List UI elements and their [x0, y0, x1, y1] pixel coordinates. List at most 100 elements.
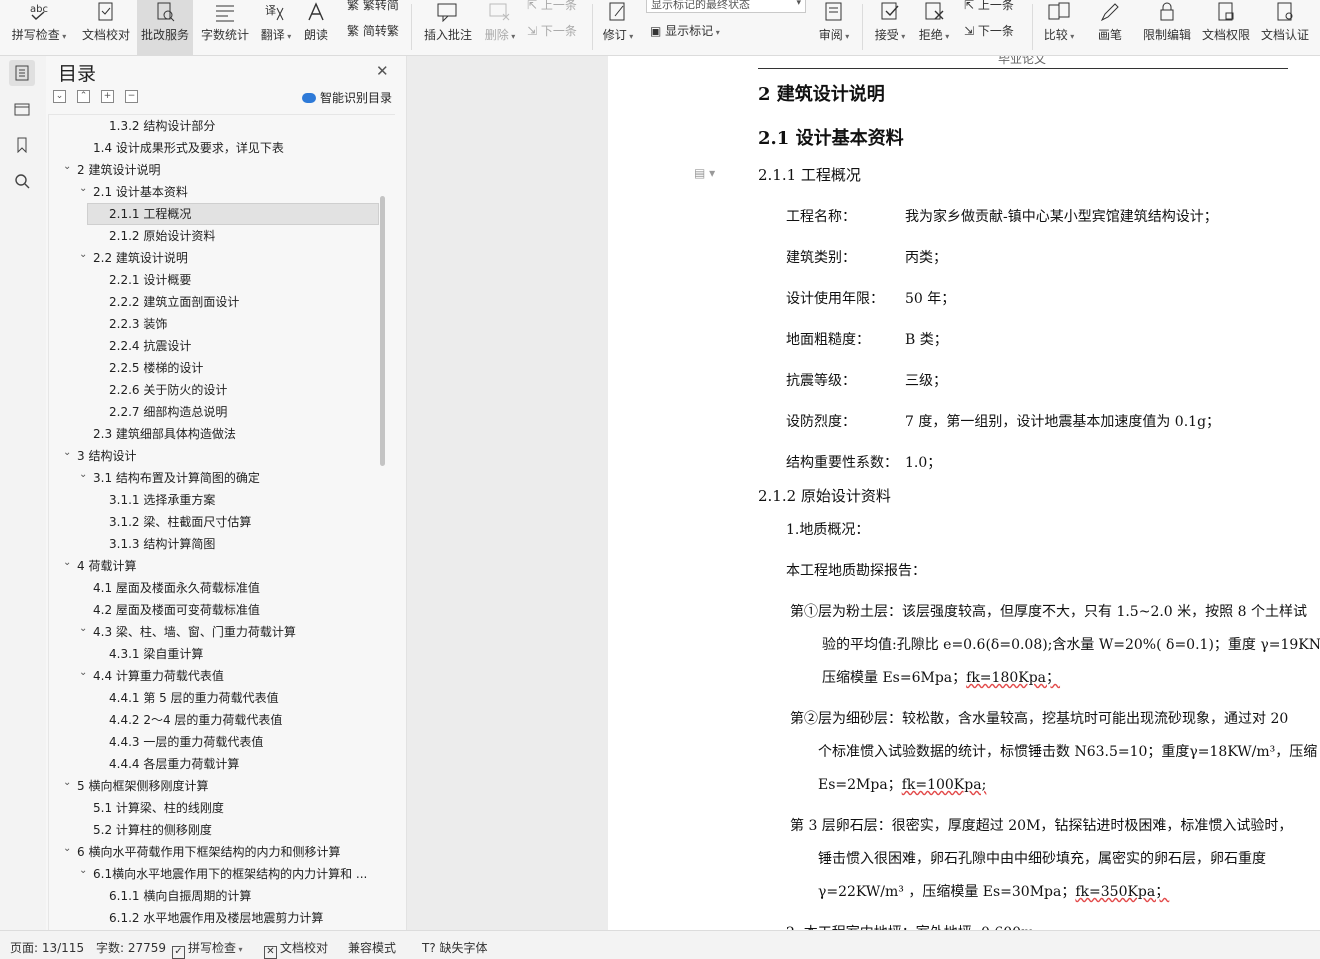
- toc-item[interactable]: 5.2 计算柱的侧移刚度: [49, 819, 389, 841]
- toc-item[interactable]: 4.2 屋面及楼面可变荷载标准值: [49, 599, 389, 621]
- toc-item[interactable]: 5.1 计算梁、柱的线刚度: [49, 797, 389, 819]
- toc-item[interactable]: 2.2.6 关于防火的设计: [49, 379, 389, 401]
- toc-item[interactable]: 1.3.2 结构设计部分: [49, 115, 389, 137]
- toc-item[interactable]: 2.1.2 原始设计资料: [49, 225, 389, 247]
- chevron-down-icon[interactable]: ⌄: [79, 244, 87, 266]
- ribbon-divider: [411, 4, 412, 50]
- toc-item[interactable]: 1.4 设计成果形式及要求，详见下表: [49, 137, 389, 159]
- convert-icon: 繁: [347, 24, 363, 38]
- toc-item-label: 4.3 梁、柱、墙、窗、门重力荷载计算: [93, 625, 296, 639]
- chevron-down-icon[interactable]: ⌄: [63, 156, 71, 178]
- compare-button[interactable]: 比较: [1038, 0, 1080, 55]
- toc-item[interactable]: 2.3 建筑细部具体构造做法: [49, 423, 389, 445]
- toc-item[interactable]: 3.1.1 选择承重方案: [49, 489, 389, 511]
- toc-item[interactable]: 3.1.2 梁、柱截面尺寸估算: [49, 511, 389, 533]
- delete-comment-button[interactable]: 删除: [480, 0, 520, 55]
- translate-button[interactable]: 译 翻译: [256, 0, 296, 55]
- expand-up-icon[interactable]: ⌃: [77, 90, 90, 103]
- toc-item[interactable]: ⌄ 2.2 建筑设计说明: [49, 247, 389, 269]
- chevron-down-icon[interactable]: ⌄: [63, 772, 71, 794]
- header-rule: [758, 68, 1288, 69]
- layer1-line1: 第①层为粉土层：该层强度较高，但厚度不大，只有 1.5~2.0 米，按照 8 个…: [790, 604, 1307, 620]
- chevron-down-icon[interactable]: ⌄: [79, 178, 87, 200]
- status-spell-check[interactable]: ✓ 拼写检查: [172, 939, 243, 959]
- toc-panel-icon[interactable]: [9, 60, 35, 86]
- smart-toc-button[interactable]: 智能识别目录: [302, 89, 392, 106]
- bookmark-icon[interactable]: [9, 132, 35, 158]
- toc-item[interactable]: 2.1.1 工程概况: [49, 203, 389, 225]
- toc-item[interactable]: 4.3.1 梁自重计算: [49, 643, 389, 665]
- toc-item-label: 6 横向水平荷载作用下框架结构的内力和侧移计算: [77, 845, 341, 859]
- prev-comment-button[interactable]: ⇱ 上一条: [527, 0, 577, 13]
- toc-item[interactable]: 6.1.2 水平地震作用及楼层地震剪力计算: [49, 907, 389, 929]
- toc-scrollbar[interactable]: [380, 196, 385, 466]
- toc-item[interactable]: 4.4.3 一层的重力荷载代表值: [49, 731, 389, 753]
- toc-item[interactable]: ⌄ 6 横向水平荷载作用下框架结构的内力和侧移计算: [49, 841, 389, 863]
- toc-item[interactable]: ⌄ 5 横向框架侧移刚度计算: [49, 775, 389, 797]
- toc-item[interactable]: 4.1 屋面及楼面永久荷载标准值: [49, 577, 389, 599]
- missing-font-button[interactable]: T? 缺失字体: [422, 939, 488, 956]
- prev-change-button[interactable]: ⇱ 上一条: [964, 0, 1014, 13]
- toc-item[interactable]: 2.2.5 楼梯的设计: [49, 357, 389, 379]
- markup-state-select[interactable]: 显示标记的最终状态 ▾: [646, 0, 806, 13]
- toc-item[interactable]: ⌄ 3 结构设计: [49, 445, 389, 467]
- status-doc-check[interactable]: ✕ 文档校对: [264, 939, 328, 959]
- doc-permission-button[interactable]: 文档权限: [1198, 0, 1254, 55]
- add-heading-icon[interactable]: +: [101, 90, 114, 103]
- toc-item[interactable]: 4.4.1 第 5 层的重力荷载代表值: [49, 687, 389, 709]
- chevron-down-icon[interactable]: ⌄: [79, 618, 87, 640]
- simp-to-trad-button[interactable]: 繁 繁转简: [347, 0, 399, 13]
- next-change-button[interactable]: ⇲ 下一条: [964, 22, 1014, 39]
- spell-check-button[interactable]: abc 拼写检查: [8, 0, 70, 55]
- close-icon[interactable]: ✕: [376, 62, 389, 80]
- toc-item[interactable]: 6.1.1 横向自振周期的计算: [49, 885, 389, 907]
- chevron-down-icon[interactable]: ⌄: [79, 662, 87, 684]
- review-button[interactable]: 审阅: [814, 0, 854, 55]
- toc-item[interactable]: 2.2.7 细部构造总说明: [49, 401, 389, 423]
- chevron-down-icon[interactable]: ⌄: [79, 464, 87, 486]
- toc-item[interactable]: 2.2.1 设计概要: [49, 269, 389, 291]
- review-service-button[interactable]: 批改服务: [137, 0, 193, 55]
- document-page[interactable]: 毕业论文 ▤ ▾ 2 建筑设计说明 2.1 设计基本资料 2.1.1 工程概况 …: [608, 56, 1320, 930]
- read-aloud-button[interactable]: 朗读: [298, 0, 334, 55]
- search-icon[interactable]: [9, 168, 35, 194]
- reject-button[interactable]: 拒绝: [914, 0, 954, 55]
- page-indicator[interactable]: 页面: 13/115: [10, 939, 84, 956]
- track-changes-button[interactable]: 修订: [598, 0, 638, 55]
- paragraph-menu-icon[interactable]: ▤ ▾: [694, 166, 715, 180]
- toc-item[interactable]: ⌄ 4.3 梁、柱、墙、窗、门重力荷载计算: [49, 621, 389, 643]
- trad-to-simp-button[interactable]: 繁 简转繁: [347, 22, 399, 39]
- toc-item[interactable]: 2.2.3 装饰: [49, 313, 389, 335]
- toc-item[interactable]: 4.4.4 各层重力荷载计算: [49, 753, 389, 775]
- next-comment-button[interactable]: ⇲ 下一条: [527, 22, 577, 39]
- word-count-indicator[interactable]: 字数: 27759: [96, 939, 166, 956]
- accept-button[interactable]: 接受: [870, 0, 910, 55]
- collapse-all-icon[interactable]: ⌄: [53, 90, 66, 103]
- layer1-line2: 验的平均值:孔隙比 e=0.6(δ=0.08);含水量 W=20%( δ=0.1…: [822, 637, 1320, 653]
- chevron-down-icon[interactable]: ⌄: [63, 838, 71, 860]
- restrict-edit-button[interactable]: 限制编辑: [1138, 0, 1196, 55]
- toc-item[interactable]: 2.2.4 抗震设计: [49, 335, 389, 357]
- toc-panel: 目录 ✕ ⌄ ⌃ + − 智能识别目录 1.3.2 结构设计部分 1.4 设计成果…: [46, 56, 407, 932]
- toc-item[interactable]: ⌄ 3.1 结构布置及计算简图的确定: [49, 467, 389, 489]
- toc-item[interactable]: 4.4.2 2～4 层的重力荷载代表值: [49, 709, 389, 731]
- pen-button[interactable]: 画笔: [1090, 0, 1130, 55]
- chevron-down-icon[interactable]: ⌄: [63, 552, 71, 574]
- insert-comment-button[interactable]: 插入批注: [420, 0, 476, 55]
- remove-heading-icon[interactable]: −: [125, 90, 138, 103]
- toc-item[interactable]: 3.1.3 结构计算简图: [49, 533, 389, 555]
- chevron-down-icon[interactable]: ⌄: [63, 442, 71, 464]
- nav-pane-icon[interactable]: [9, 96, 35, 122]
- doc-check-button[interactable]: 文档校对: [78, 0, 134, 55]
- toc-item-label: 4.4 计算重力荷载代表值: [93, 669, 224, 683]
- toc-item[interactable]: ⌄ 4 荷载计算: [49, 555, 389, 577]
- chevron-down-icon[interactable]: ⌄: [79, 860, 87, 882]
- word-count-button[interactable]: 字数统计: [198, 0, 252, 55]
- toc-item[interactable]: 2.2.2 建筑立面剖面设计: [49, 291, 389, 313]
- toc-item[interactable]: ⌄ 4.4 计算重力荷载代表值: [49, 665, 389, 687]
- show-markup-button[interactable]: ▣ 显示标记: [650, 22, 720, 39]
- toc-item[interactable]: ⌄ 2.1 设计基本资料: [49, 181, 389, 203]
- toc-item[interactable]: ⌄ 2 建筑设计说明: [49, 159, 389, 181]
- doc-certify-button[interactable]: 文档认证: [1257, 0, 1313, 55]
- toc-item[interactable]: ⌄ 6.1横向水平地震作用下的框架结构的内力计算和 ...: [49, 863, 389, 885]
